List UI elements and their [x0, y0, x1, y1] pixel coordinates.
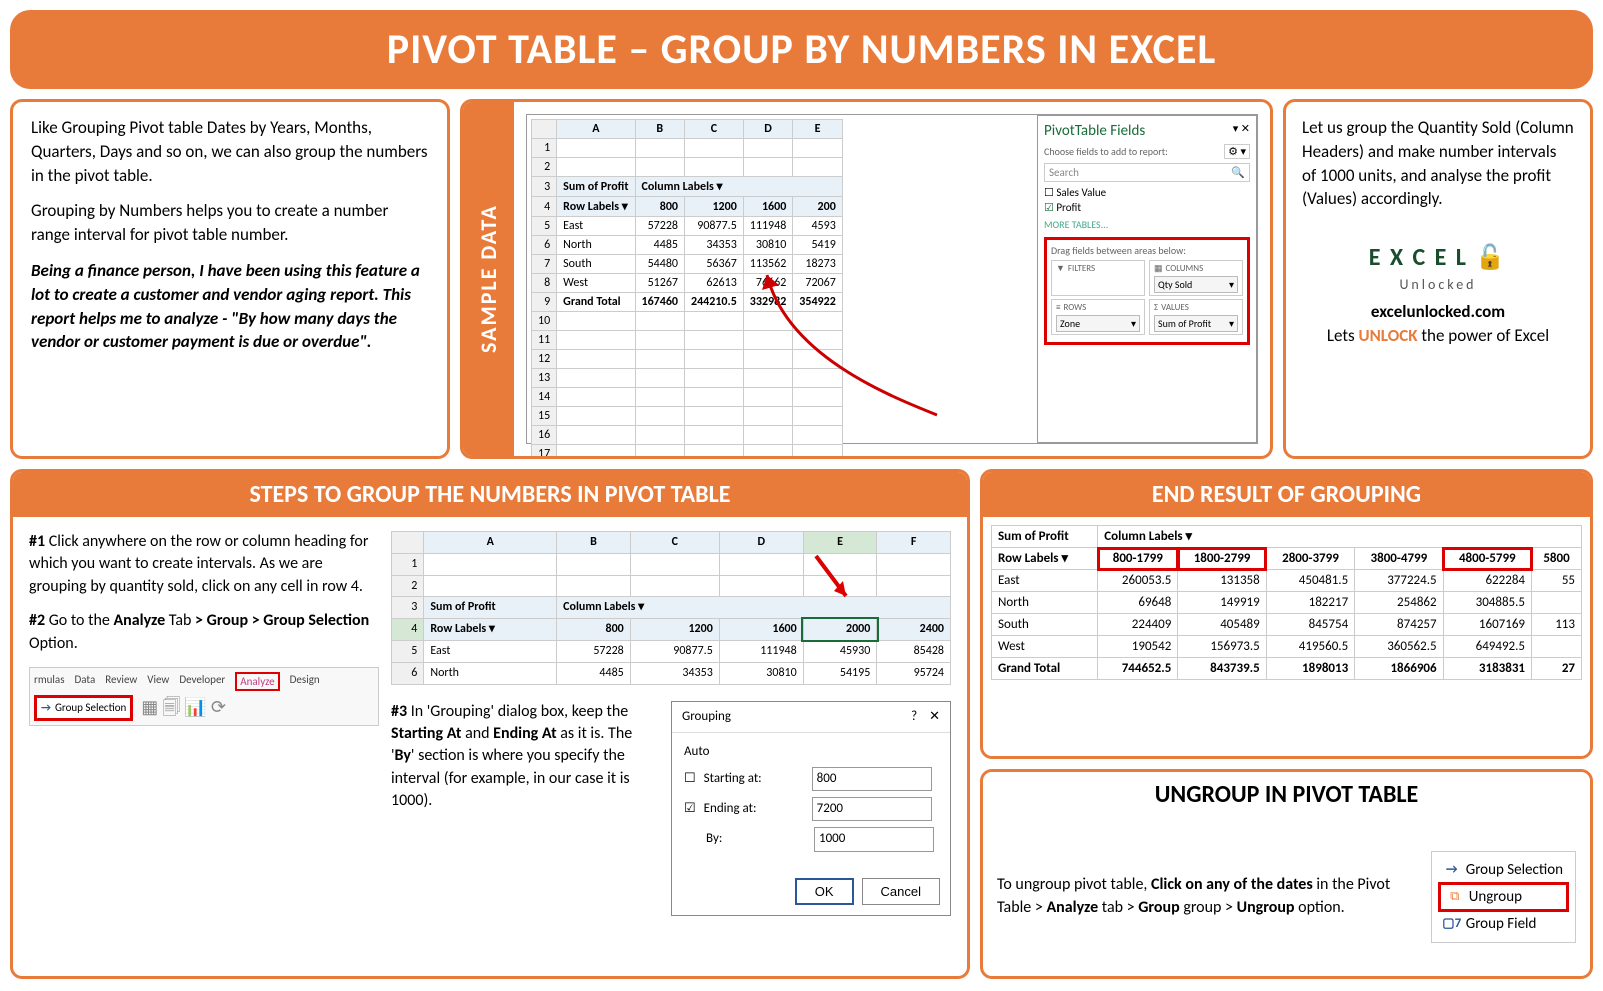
close-icon[interactable]: ✕ [929, 709, 940, 724]
field-sales-value[interactable]: Sales Value [1044, 186, 1250, 199]
ribbon-other-icons: ▦ 🗐 📊 ⟳ [141, 695, 226, 720]
pivot-table-fields-pane: PivotTable Fields ▾ ✕ Choose fields to a… [1037, 115, 1257, 443]
logo-text: E X C E L 🔓 [1302, 241, 1574, 275]
ptf-title: PivotTable Fields [1044, 122, 1145, 140]
cancel-button[interactable]: Cancel [862, 878, 940, 905]
tagline: Lets UNLOCK the power of Excel [1302, 324, 1574, 348]
intro-p2: Grouping by Numbers helps you to create … [31, 199, 429, 247]
step-1: #1 Click anywhere on the row or column h… [29, 531, 379, 598]
intro-p3: Being a finance person, I have been usin… [31, 259, 429, 354]
site-url: excelunlocked.com [1302, 300, 1574, 324]
tab-view[interactable]: View [147, 672, 169, 691]
right-p1: Let us group the Quantity Sold (Column H… [1302, 116, 1574, 211]
excel-pivot-screenshot: ABCDE 1 2 3Sum of ProfitColumn Labels ▾ … [526, 114, 1258, 444]
arrow-right-icon: → [1444, 862, 1460, 878]
arrow-right-icon: → [41, 700, 51, 715]
search-input[interactable]: Search 🔍 [1044, 163, 1250, 182]
drag-label: Drag fields between areas below: [1051, 244, 1243, 257]
ungroup-panel: UNGROUP IN PIVOT TABLE To ungroup pivot … [980, 769, 1593, 979]
logo-block: E X C E L 🔓 Unlocked excelunlocked.com L… [1302, 241, 1574, 348]
ungroup-header: UNGROUP IN PIVOT TABLE [983, 772, 1590, 817]
ending-label: Ending at: [704, 800, 804, 818]
ungroup-icon: ⧉ [1447, 889, 1463, 905]
field-areas-box: Drag fields between areas below: ▼ FILTE… [1044, 237, 1250, 345]
grouping-dialog: Grouping ? ✕ Auto ☐ Starting at: 800 ☑ [671, 701, 951, 916]
by-input[interactable]: 1000 [814, 827, 934, 851]
logo-sub: Unlocked [1302, 275, 1574, 295]
intro-p1: Like Grouping Pivot table Dates by Years… [31, 116, 429, 187]
pivot-table-step: ABCDEF 1 2 3Sum of ProfitColumn Labels ▾… [391, 531, 951, 685]
step-3: #3 In 'Grouping' dialog box, keep the St… [391, 701, 657, 916]
by-label: By: [706, 830, 806, 848]
starting-input[interactable]: 800 [812, 767, 932, 791]
close-icon[interactable]: ▾ ✕ [1233, 122, 1250, 144]
step-2: #2 Go to the Analyze Tab > Group > Group… [29, 610, 379, 655]
search-icon: 🔍 [1231, 166, 1245, 179]
columns-area[interactable]: ▦ COLUMNS Qty Sold▾ [1149, 260, 1243, 296]
ptf-subtitle: Choose fields to add to report: [1044, 145, 1168, 158]
result-header: END RESULT OF GROUPING [983, 472, 1590, 517]
sample-panel: SAMPLE DATA ABCDE 1 2 3Sum of ProfitColu… [460, 99, 1273, 459]
filter-icon: ▼ [1056, 263, 1065, 274]
red-arrow-icon [806, 551, 856, 611]
ending-checkbox[interactable]: ☑ [684, 800, 696, 818]
tab-analyze[interactable]: Analyze [235, 672, 279, 691]
field-profit[interactable]: Profit [1044, 201, 1250, 214]
lock-icon: 🔓 [1475, 243, 1507, 272]
group-field-icon: ▢7 [1444, 916, 1460, 932]
gear-icon[interactable]: ⚙ ▾ [1224, 144, 1250, 159]
starting-label: Starting at: [704, 770, 804, 788]
top-row: Like Grouping Pivot table Dates by Years… [10, 99, 1593, 459]
tab-developer[interactable]: Developer [179, 672, 225, 691]
values-area[interactable]: Σ VALUES Sum of Profit▾ [1149, 299, 1243, 335]
intro-panel: Like Grouping Pivot table Dates by Years… [10, 99, 450, 459]
ending-input[interactable]: 7200 [812, 797, 932, 821]
ribbon-screenshot: rmulas Data Review View Developer Analyz… [29, 667, 379, 726]
tab-formulas[interactable]: rmulas [34, 672, 65, 691]
columns-icon: ▦ [1154, 263, 1163, 274]
pivot-table-sample: ABCDE 1 2 3Sum of ProfitColumn Labels ▾ … [531, 119, 843, 459]
auto-label: Auto [684, 743, 938, 761]
sample-data-tab: SAMPLE DATA [463, 102, 514, 456]
starting-checkbox[interactable]: ☐ [684, 770, 696, 788]
right-intro-panel: Let us group the Quantity Sold (Column H… [1283, 99, 1593, 459]
rows-area[interactable]: ≡ ROWS Zone▾ [1051, 299, 1145, 335]
rows-icon: ≡ [1056, 302, 1060, 313]
sigma-icon: Σ [1154, 302, 1158, 313]
menu-group-field[interactable]: ▢7 Group Field [1438, 912, 1569, 936]
help-icon[interactable]: ? [911, 709, 917, 724]
ungroup-text: To ungroup pivot table, Click on any of … [997, 874, 1421, 919]
ok-button[interactable]: OK [795, 878, 854, 905]
tab-data[interactable]: Data [75, 672, 96, 691]
bottom-row: STEPS TO GROUP THE NUMBERS IN PIVOT TABL… [10, 469, 1593, 979]
page-title: PIVOT TABLE – GROUP BY NUMBERS IN EXCEL [10, 10, 1593, 89]
context-menu: → Group Selection ⧉ Ungroup ▢7 Group Fie… [1431, 851, 1576, 943]
group-selection-button[interactable]: → Group Selection [34, 695, 133, 720]
result-panel: END RESULT OF GROUPING Sum of ProfitColu… [980, 469, 1593, 759]
tab-design[interactable]: Design [290, 672, 320, 691]
more-tables-link[interactable]: MORE TABLES... [1044, 218, 1250, 231]
steps-header: STEPS TO GROUP THE NUMBERS IN PIVOT TABL… [13, 472, 967, 517]
dialog-title: Grouping [682, 708, 731, 726]
menu-ungroup[interactable]: ⧉ Ungroup [1438, 882, 1569, 912]
result-table: Sum of ProfitColumn Labels ▾ Row Labels … [991, 525, 1582, 680]
menu-group-selection[interactable]: → Group Selection [1438, 858, 1569, 882]
filters-area[interactable]: ▼ FILTERS [1051, 260, 1145, 296]
steps-panel: STEPS TO GROUP THE NUMBERS IN PIVOT TABL… [10, 469, 970, 979]
tab-review[interactable]: Review [105, 672, 137, 691]
